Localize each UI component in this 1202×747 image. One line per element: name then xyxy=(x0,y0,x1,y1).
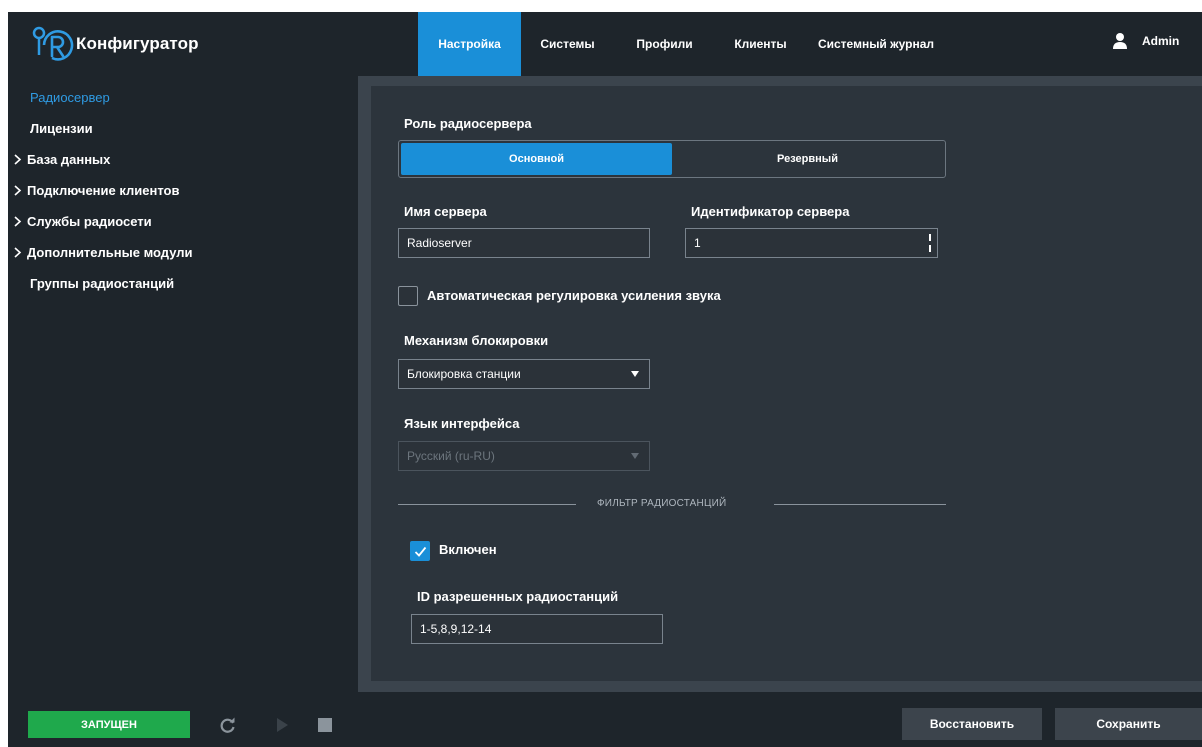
sidebar-item-licenses[interactable]: Лицензии xyxy=(30,117,93,139)
tab-settings[interactable]: Настройка xyxy=(418,12,521,76)
server-name-label: Имя сервера xyxy=(404,204,487,219)
tab-systems[interactable]: Системы xyxy=(521,12,614,76)
sidebar-item-label: Службы радиосети xyxy=(27,213,152,229)
sidebar: Радиосервер Лицензии База данных Подключ… xyxy=(8,84,358,692)
role-label: Роль радиосервера xyxy=(404,116,532,131)
sidebar-item-label: Радиосервер xyxy=(30,89,110,105)
sidebar-item-radio-services[interactable]: Службы радиосети xyxy=(11,210,152,232)
sidebar-item-label: Группы радиостанций xyxy=(30,275,175,291)
stepper-arrows-icon[interactable] xyxy=(927,234,933,252)
sidebar-item-client-connections[interactable]: Подключение клиентов xyxy=(11,179,179,201)
server-name-value: Radioserver xyxy=(407,236,472,250)
sidebar-item-label: Дополнительные модули xyxy=(27,244,193,260)
filter-divider-left xyxy=(398,504,576,505)
refresh-icon[interactable] xyxy=(220,717,236,733)
agc-checkbox[interactable] xyxy=(398,286,418,306)
footer: ЗАПУЩЕН Восстановить Сохранить xyxy=(8,692,1202,747)
main-nav: Настройка Системы Профили Клиенты Систем… xyxy=(418,12,946,76)
filter-divider-right xyxy=(774,504,946,505)
server-id-label: Идентификатор сервера xyxy=(691,204,850,219)
sidebar-item-radio-groups[interactable]: Группы радиостанций xyxy=(30,272,174,294)
chevron-right-icon[interactable] xyxy=(11,215,27,227)
tab-profiles[interactable]: Профили xyxy=(614,12,715,76)
tab-clients[interactable]: Клиенты xyxy=(715,12,806,76)
chevron-right-icon[interactable] xyxy=(11,184,27,196)
lock-select[interactable]: Блокировка станции xyxy=(398,359,650,389)
chevron-down-icon xyxy=(631,453,639,459)
role-primary-option[interactable]: Основной xyxy=(401,143,672,175)
server-name-field[interactable]: Radioserver xyxy=(398,228,650,258)
app-title: Конфигуратор xyxy=(76,34,199,53)
chevron-down-icon xyxy=(631,371,639,377)
allowed-ids-label: ID разрешенных радиостанций xyxy=(417,589,619,604)
save-button[interactable]: Сохранить xyxy=(1055,708,1202,740)
role-segmented-control: Основной Резервный xyxy=(398,140,946,178)
allowed-ids-field[interactable]: 1-5,8,9,12-14 xyxy=(411,614,663,644)
language-label: Язык интерфейса xyxy=(404,416,520,431)
check-icon xyxy=(414,546,427,557)
sidebar-item-label: База данных xyxy=(27,151,111,167)
header: Конфигуратор Настройка Системы Профили К… xyxy=(8,12,1202,76)
server-id-value: 1 xyxy=(694,236,701,250)
user-name: Admin xyxy=(1142,34,1180,48)
allowed-ids-value: 1-5,8,9,12-14 xyxy=(420,622,492,636)
sidebar-item-label: Лицензии xyxy=(30,120,93,136)
app-window: Конфигуратор Настройка Системы Профили К… xyxy=(8,12,1202,747)
server-id-stepper[interactable]: 1 xyxy=(685,228,938,258)
sidebar-item-extra-modules[interactable]: Дополнительные модули xyxy=(11,241,193,263)
filter-enabled-label: Включен xyxy=(439,542,497,557)
logo: Конфигуратор xyxy=(30,26,199,62)
chevron-right-icon[interactable] xyxy=(11,246,27,258)
stop-icon[interactable] xyxy=(318,718,332,732)
lock-label: Механизм блокировки xyxy=(404,333,549,348)
sidebar-item-label: Подключение клиентов xyxy=(27,182,180,198)
role-backup-option[interactable]: Резервный xyxy=(672,143,943,175)
agc-label: Автоматическая регулировка усиления звук… xyxy=(427,288,721,303)
play-icon[interactable] xyxy=(276,718,288,732)
lock-select-value: Блокировка станции xyxy=(407,367,521,381)
filter-section-title: ФИЛЬТР РАДИОСТАНЦИЙ xyxy=(597,498,727,509)
sidebar-item-database[interactable]: База данных xyxy=(11,148,110,170)
status-badge: ЗАПУЩЕН xyxy=(28,711,190,738)
restore-button[interactable]: Восстановить xyxy=(902,708,1042,740)
logo-icon xyxy=(32,26,74,61)
user-menu[interactable]: Admin xyxy=(1112,32,1179,50)
chevron-right-icon[interactable] xyxy=(11,153,27,165)
language-select-value: Русский (ru-RU) xyxy=(407,449,495,463)
user-icon xyxy=(1113,33,1127,49)
sidebar-item-radioserver[interactable]: Радиосервер xyxy=(30,86,110,108)
tab-system-log[interactable]: Системный журнал xyxy=(806,12,946,76)
language-select[interactable]: Русский (ru-RU) xyxy=(398,441,650,471)
filter-enabled-checkbox[interactable] xyxy=(410,541,430,561)
